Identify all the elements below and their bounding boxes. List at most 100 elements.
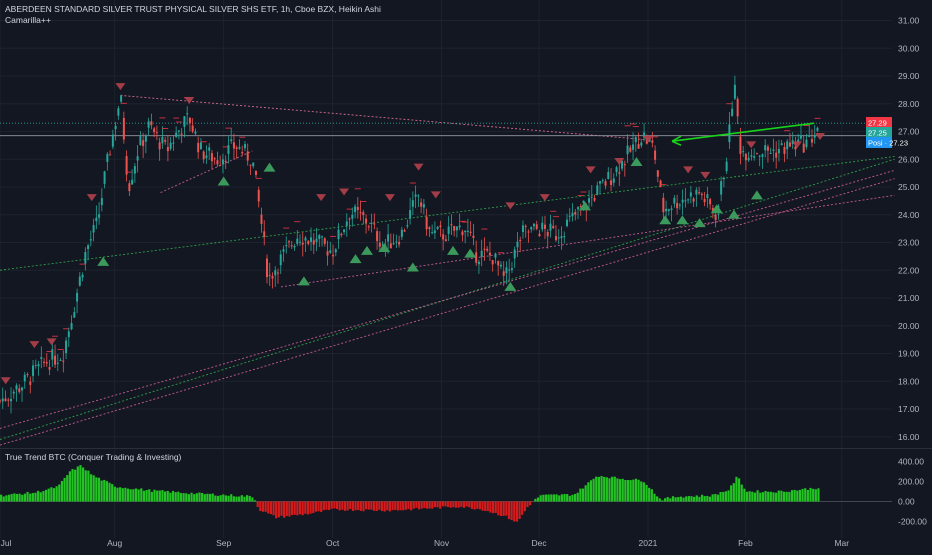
histogram-bar: [499, 501, 503, 517]
histogram-bar: [465, 501, 468, 507]
candle-body: [554, 236, 557, 241]
histogram-bar: [772, 492, 775, 502]
candle-body: [813, 134, 816, 138]
candle-body: [747, 157, 750, 161]
histogram-bar: [227, 495, 230, 502]
candle-body: [681, 199, 684, 203]
histogram-bar: [708, 496, 712, 502]
histogram-bar: [404, 501, 407, 510]
candle-body: [122, 117, 125, 140]
histogram-bar: [706, 495, 709, 502]
candle-body: [458, 225, 461, 228]
candle-body: [634, 137, 637, 143]
candle-body: [81, 274, 84, 278]
candle-body: [21, 387, 24, 391]
histogram-bar: [0, 494, 3, 502]
histogram-bar: [711, 494, 714, 502]
histogram-bar: [372, 501, 376, 511]
histogram-bar: [137, 489, 140, 502]
histogram-bar: [595, 476, 598, 502]
candle-body: [92, 225, 95, 233]
candle-body: [687, 199, 690, 201]
candle-body: [29, 381, 32, 385]
histogram-bar: [378, 501, 381, 510]
histogram-bar: [745, 491, 749, 502]
candle-body: [656, 170, 659, 177]
candle-body: [510, 268, 513, 270]
candle-body: [78, 276, 81, 286]
indicator-label: Camarilla++: [5, 15, 51, 25]
histogram-bar: [312, 501, 315, 514]
candle-body: [488, 252, 491, 256]
histogram-bar: [505, 501, 508, 516]
candle-body: [604, 181, 607, 186]
osc-y-tick-label: 400.00: [898, 457, 924, 467]
histogram-bar: [626, 480, 630, 502]
histogram-bar: [7, 494, 11, 502]
pivot-high-marker: [683, 166, 694, 174]
candle-body: [288, 241, 291, 243]
histogram-bar: [592, 478, 595, 502]
candle-body: [783, 147, 786, 154]
candle-body: [180, 133, 183, 135]
candle-body: [742, 151, 745, 153]
candle-body: [689, 192, 692, 197]
histogram-bar: [436, 501, 439, 508]
pivot-high-marker: [585, 166, 596, 174]
histogram-bar: [386, 501, 389, 511]
histogram-bar: [714, 493, 717, 502]
histogram-bar: [396, 501, 399, 511]
histogram-bar: [629, 480, 632, 502]
candle-body: [18, 388, 21, 392]
histogram-bar: [243, 496, 246, 502]
candle-body: [166, 147, 169, 152]
histogram-bar: [611, 476, 614, 502]
histogram-bar: [283, 501, 286, 518]
osc-y-tick-label: 200.00: [898, 477, 924, 487]
histogram-bar: [100, 480, 103, 502]
histogram-bar: [50, 487, 53, 502]
histogram-bar: [526, 501, 529, 508]
histogram-bar: [349, 501, 352, 509]
candle-body: [59, 359, 62, 361]
candle-body: [684, 200, 687, 202]
histogram-bar: [798, 489, 802, 502]
candle-body: [172, 142, 175, 144]
y-tick-label: 16.00: [898, 432, 920, 442]
candle-body: [15, 385, 18, 390]
histogram-bar: [727, 490, 730, 502]
histogram-bar: [425, 501, 429, 509]
candle-body: [464, 230, 467, 233]
chart-svg[interactable]: Jul Aug Sep Oct Nov Dec 2021 Feb Mar 31.00 30.00 29…: [0, 0, 932, 550]
candle-body: [805, 139, 808, 148]
candle-body: [199, 142, 202, 150]
candle-body: [219, 164, 222, 166]
histogram-bar: [47, 488, 50, 502]
histogram-bar: [161, 490, 164, 502]
candle-body: [431, 232, 434, 234]
histogram-bar: [201, 492, 204, 502]
pivot-high-marker: [316, 194, 327, 202]
histogram-bar: [253, 500, 257, 502]
histogram-bar: [34, 492, 37, 502]
candle-body: [265, 258, 268, 278]
candle-body: [786, 141, 789, 150]
y-tick-label: 24.00: [898, 210, 920, 220]
histogram-bar: [732, 483, 735, 502]
histogram-bar: [288, 501, 291, 517]
candle-body: [395, 241, 398, 243]
histogram-bar: [232, 496, 235, 502]
candle-body: [574, 212, 577, 215]
candle-body: [279, 254, 282, 266]
histogram-bar: [785, 491, 788, 502]
candle-body: [497, 261, 500, 266]
histogram-bar: [10, 494, 13, 502]
histogram-bar: [656, 496, 659, 502]
histogram-bar: [529, 501, 532, 506]
descending-line: [120, 94, 649, 141]
candle-body: [722, 177, 725, 180]
x-tick-label: 2021: [639, 538, 658, 548]
candle-body: [175, 132, 178, 137]
candle-body: [414, 194, 417, 197]
candle-body: [56, 362, 59, 364]
